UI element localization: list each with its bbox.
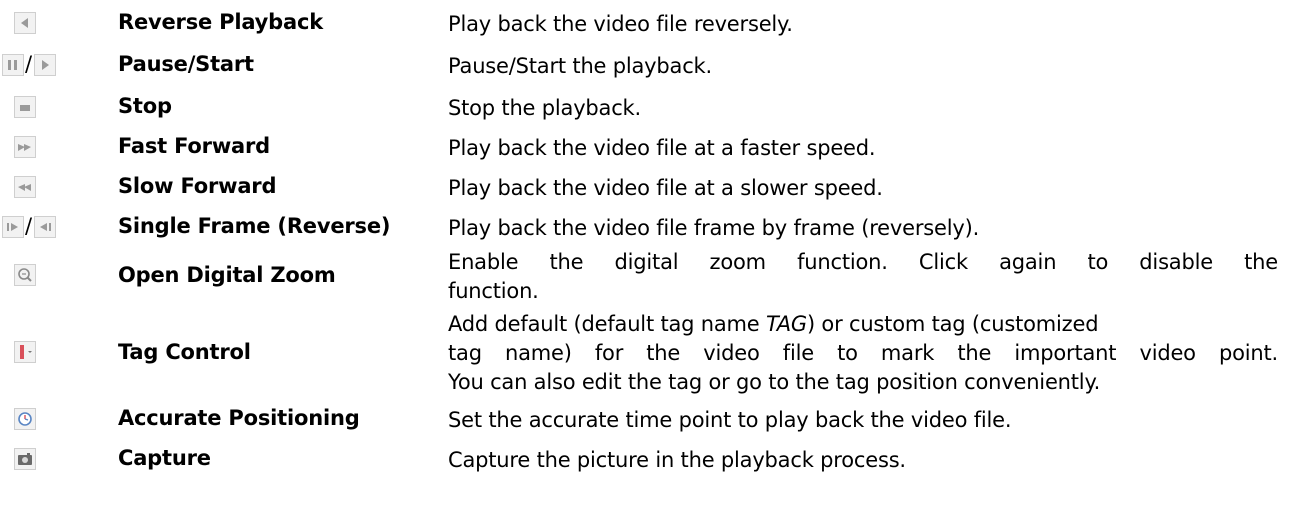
table-row: Tag Control Add default (default tag nam… xyxy=(0,310,1292,400)
function-description: Play back the video file frame by frame … xyxy=(448,216,980,240)
table-row: Capture Capture the picture in the playb… xyxy=(0,446,1292,476)
table-row: / Pause/Start Pause/Start the playback. xyxy=(0,52,1292,82)
table-row: Slow Forward Play back the video file at… xyxy=(0,174,1292,204)
function-description: Play back the video file at a faster spe… xyxy=(448,136,876,160)
pause-icon xyxy=(2,54,24,76)
table-row: Open Digital Zoom Enable the digital zoo… xyxy=(0,248,1292,308)
function-description: Capture the picture in the playback proc… xyxy=(448,448,906,472)
slow-forward-icon xyxy=(14,176,36,198)
fast-forward-icon xyxy=(14,136,36,158)
function-name: Fast Forward xyxy=(118,134,270,158)
function-name: Open Digital Zoom xyxy=(118,263,336,287)
function-description: Set the accurate time point to play back… xyxy=(448,408,1012,432)
function-name: Capture xyxy=(118,446,211,470)
capture-icon xyxy=(14,448,36,470)
digital-zoom-icon xyxy=(14,264,36,286)
table-row: Stop Stop the playback. xyxy=(0,94,1292,124)
function-name: Accurate Positioning xyxy=(118,406,360,430)
function-name: Slow Forward xyxy=(118,174,277,198)
separator-slash: / xyxy=(25,214,33,238)
table-row: / Single Frame (Reverse) Play back the v… xyxy=(0,214,1292,244)
function-description: Pause/Start the playback. xyxy=(448,54,712,78)
separator-slash: / xyxy=(25,52,33,76)
function-description: Enable the digital zoom function. Click … xyxy=(448,250,1278,303)
single-frame-reverse-icon xyxy=(34,216,56,238)
table-row: Fast Forward Play back the video file at… xyxy=(0,134,1292,164)
function-description: Play back the video file reversely. xyxy=(448,12,793,36)
single-frame-icon xyxy=(2,216,24,238)
function-name: Tag Control xyxy=(118,340,251,364)
function-description: Play back the video file at a slower spe… xyxy=(448,176,883,200)
table-row: Reverse Playback Play back the video fil… xyxy=(0,10,1292,40)
start-icon xyxy=(34,54,56,76)
accurate-positioning-icon xyxy=(14,408,36,430)
function-description: Add default (default tag name TAG) or cu… xyxy=(448,312,1278,394)
function-name: Reverse Playback xyxy=(118,10,323,34)
tag-control-icon xyxy=(14,341,36,363)
function-description: Stop the playback. xyxy=(448,96,641,120)
function-name: Pause/Start xyxy=(118,52,254,76)
stop-icon xyxy=(14,96,36,118)
table-row: Accurate Positioning Set the accurate ti… xyxy=(0,406,1292,436)
reverse-playback-icon xyxy=(14,12,36,34)
function-name: Single Frame (Reverse) xyxy=(118,214,391,238)
function-name: Stop xyxy=(118,94,172,118)
